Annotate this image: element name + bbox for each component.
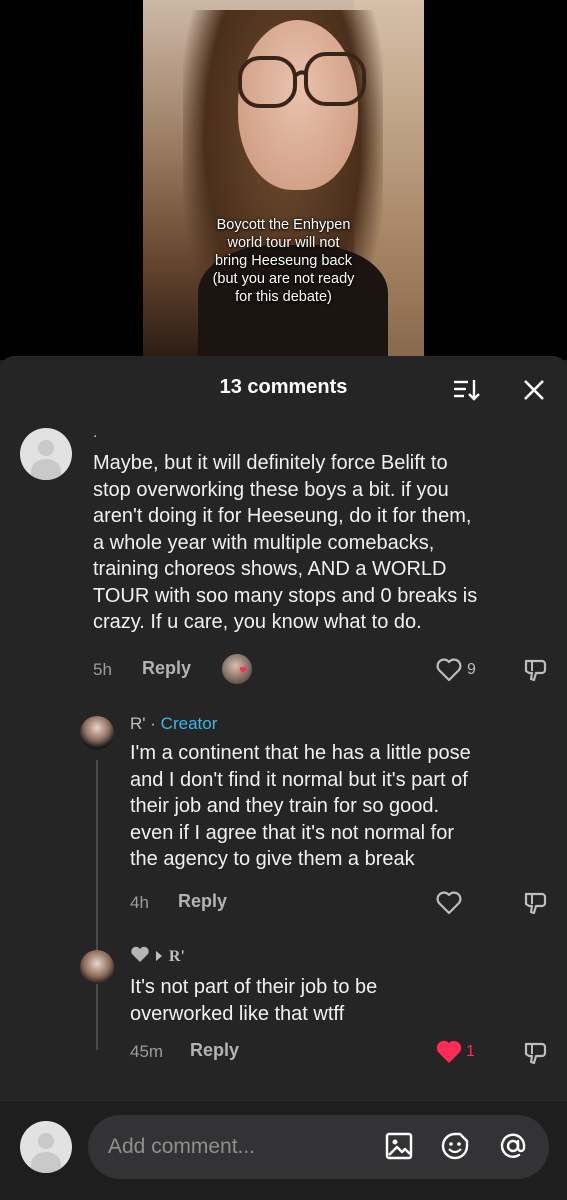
creator-avatar[interactable]: [80, 716, 114, 750]
comment-line: Maybe, but it will definitely force Beli…: [93, 452, 448, 474]
image-icon[interactable]: [384, 1131, 414, 1161]
emoji-icon[interactable]: [440, 1131, 470, 1161]
dislike-icon[interactable]: [522, 890, 548, 916]
comment-line: the agency to give them a break: [130, 848, 415, 870]
comment-line: crazy. If u care, you know what to do.: [93, 611, 422, 633]
comment-line: aren't doing it for Heeseung, do it for …: [93, 505, 472, 527]
comment-line: a whole year with multiple comebacks,: [93, 531, 435, 554]
video-caption: Boycott the Enhypen world tour will not …: [143, 216, 424, 306]
comment-line: even if I agree that it's not normal for: [130, 821, 454, 844]
reply-button[interactable]: Reply: [190, 1040, 239, 1061]
comment-line: training choreos shows, AND a WORLD: [93, 558, 447, 580]
reply-text: It's not part of their job to be overwor…: [130, 974, 377, 1027]
glasses-graphic: [238, 52, 366, 108]
comment-username[interactable]: .: [93, 424, 97, 442]
comment-line: and I don't find it normal but it's part…: [130, 768, 468, 791]
reply-button[interactable]: Reply: [178, 891, 227, 912]
like-heart-icon[interactable]: [435, 657, 463, 683]
mention-icon[interactable]: [498, 1131, 528, 1161]
replied-to-username: R': [168, 948, 185, 965]
reply-timestamp: 45m: [130, 1042, 164, 1061]
comment-timestamp: 5h: [93, 660, 112, 679]
liked-heart-icon[interactable]: [435, 1039, 463, 1065]
caption-line: Boycott the Enhypen: [216, 217, 351, 233]
reply-username[interactable]: R': [130, 946, 185, 966]
close-icon[interactable]: [520, 376, 548, 404]
like-heart-icon[interactable]: [435, 890, 463, 916]
like-count: 1: [466, 1043, 475, 1060]
comment-line: overworked like that wtff: [130, 1002, 345, 1025]
reply-username[interactable]: R' · Creator: [130, 714, 217, 734]
video-thumbnail: [143, 0, 424, 360]
comment-line: It's not part of their job to be: [130, 976, 378, 998]
dislike-icon[interactable]: [522, 657, 548, 683]
dislike-icon[interactable]: [522, 1040, 548, 1066]
thread-line: [96, 760, 98, 1050]
commenter-avatar[interactable]: [80, 950, 114, 984]
comments-count-title: 13 comments: [219, 376, 348, 398]
heart-icon: [239, 667, 247, 673]
reply-button[interactable]: Reply: [142, 658, 191, 679]
caption-line: (but you are not ready: [212, 271, 355, 287]
comment-text: Maybe, but it will definitely force Beli…: [93, 450, 477, 636]
comment-input-placeholder: Add comment...: [108, 1135, 256, 1158]
reply-text: I'm a continent that he has a little pos…: [130, 740, 471, 873]
username-separator: ·: [150, 714, 156, 733]
comment-line: their job and they train for so good.: [130, 795, 440, 817]
comment-line: stop overworking these boys a bit. if yo…: [93, 478, 449, 501]
caption-line: for this debate): [235, 289, 332, 305]
grey-heart-icon: [131, 946, 149, 962]
avatar[interactable]: [20, 428, 72, 480]
comments-header: 13 comments: [0, 356, 567, 420]
caption-line: world tour will not: [227, 235, 340, 251]
comment-input[interactable]: Add comment...: [88, 1115, 549, 1179]
comment-line: I'm a continent that he has a little pos…: [130, 742, 471, 764]
video-player[interactable]: Boycott the Enhypen world tour will not …: [0, 0, 567, 360]
caption-line: bring Heeseung back: [214, 253, 353, 269]
reply-timestamp: 4h: [130, 893, 149, 912]
reply-arrow-icon: [156, 951, 163, 961]
username-text: R': [130, 714, 146, 733]
my-avatar[interactable]: [20, 1121, 72, 1173]
comment-composer: Add comment...: [0, 1100, 567, 1200]
creator-badge: Creator: [160, 714, 218, 733]
comment-line: TOUR with soo many stops and 0 breaks is: [93, 584, 478, 607]
creator-liked-avatar: [222, 654, 252, 684]
sort-icon[interactable]: [452, 378, 480, 402]
like-count: 9: [467, 661, 476, 678]
